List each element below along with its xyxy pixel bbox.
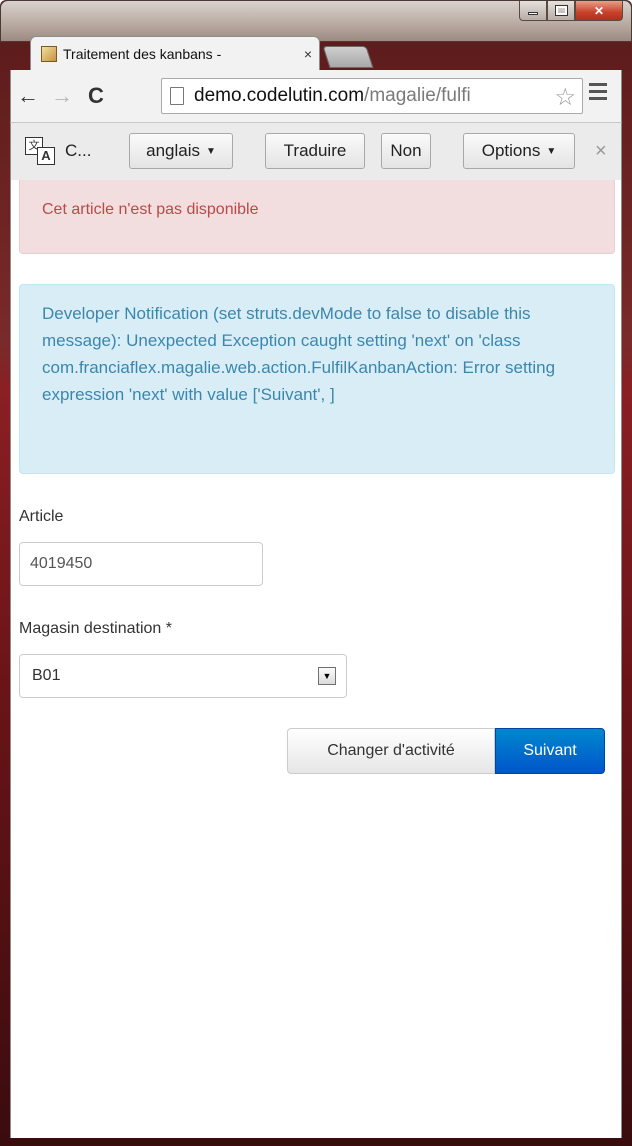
change-activity-label: Changer d'activité <box>327 742 455 759</box>
close-window-button[interactable]: ✕ <box>575 1 623 21</box>
reload-icon[interactable]: C <box>79 83 113 109</box>
maximize-button[interactable] <box>547 1 575 21</box>
options-button[interactable]: Options ▼ <box>463 133 575 169</box>
minimize-icon <box>528 12 538 15</box>
translate-button[interactable]: Traduire <box>265 133 365 169</box>
forward-icon[interactable]: → <box>45 83 79 109</box>
no-button[interactable]: Non <box>381 133 431 169</box>
magasin-select[interactable]: B01 ▼ <box>19 654 347 698</box>
url-host: demo.codelutin.com <box>194 85 365 106</box>
maximize-icon <box>554 5 568 16</box>
article-label: Article <box>19 508 64 525</box>
next-button-label: Suivant <box>523 742 577 759</box>
translate-icon: 文A <box>25 137 57 165</box>
translate-bar: 文A C... anglais ▼ Traduire Non Options ▼ × <box>10 122 622 180</box>
magasin-select-value: B01 <box>32 667 61 684</box>
close-icon: ✕ <box>593 3 605 18</box>
translate-close-icon[interactable]: × <box>595 133 607 169</box>
change-activity-button[interactable]: Changer d'activité <box>287 728 495 774</box>
no-button-label: Non <box>390 141 422 160</box>
developer-notification: Developer Notification (set struts.devMo… <box>19 284 615 474</box>
article-input-value: 4019450 <box>30 555 93 572</box>
menu-icon[interactable] <box>589 83 607 104</box>
minimize-button[interactable] <box>519 1 547 21</box>
source-language-label: C... <box>65 141 92 160</box>
window-controls: ✕ <box>519 1 623 23</box>
language-select[interactable]: anglais ▼ <box>129 133 233 169</box>
page-content: Cet article n'est pas disponible Develop… <box>10 180 622 1138</box>
next-button[interactable]: Suivant <box>495 728 605 774</box>
bookmark-star-icon[interactable]: ☆ <box>554 83 576 112</box>
new-tab-button[interactable] <box>322 46 374 68</box>
options-button-label: Options <box>481 141 541 160</box>
url-path: /magalie/fulfi <box>364 85 471 106</box>
error-alert: Cet article n'est pas disponible <box>19 180 615 254</box>
address-bar[interactable]: demo.codelutin.com/magalie/fulfi ☆ <box>161 78 583 114</box>
page-icon <box>170 87 184 105</box>
language-select-value: anglais <box>146 141 200 160</box>
back-icon[interactable]: ← <box>11 83 45 109</box>
browser-toolbar: ← → C demo.codelutin.com/magalie/fulfi ☆ <box>10 70 622 122</box>
browser-tab[interactable]: Traitement des kanbans - × <box>30 36 320 70</box>
chevron-down-icon: ▼ <box>205 145 216 157</box>
chevron-down-icon: ▼ <box>318 667 336 685</box>
magasin-label: Magasin destination * <box>19 620 172 637</box>
article-input[interactable]: 4019450 <box>19 542 263 586</box>
tab-close-icon[interactable]: × <box>297 46 319 62</box>
tab-title: Traitement des kanbans - <box>63 45 222 62</box>
translate-button-label: Traduire <box>283 141 347 160</box>
window-bottom-border <box>0 1138 632 1146</box>
chevron-down-icon: ▼ <box>546 145 557 157</box>
favicon-icon <box>41 45 57 62</box>
translate-language-info: 文A C... <box>25 133 91 169</box>
